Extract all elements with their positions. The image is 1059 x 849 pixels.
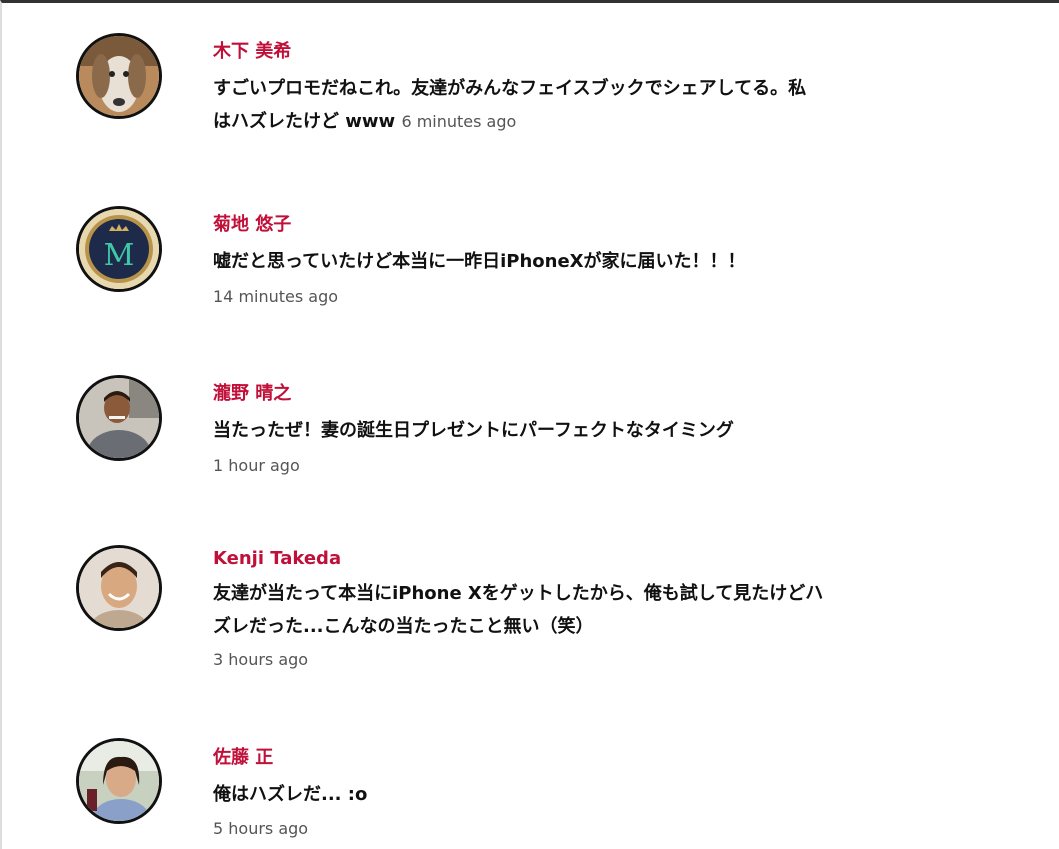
comment-text: 当たったぜ！妻の誕生日プレゼントにパーフェクトなタイミング bbox=[213, 420, 734, 441]
avatar[interactable] bbox=[76, 738, 162, 824]
comment-text: すごいプロモだねこれ。友達がみんなフェイスブックでシェアしてる。私 はハズレたけ… bbox=[213, 72, 913, 138]
comment-timestamp: 3 hours ago bbox=[213, 650, 309, 669]
comment-text-line: 友達が当たって本当にiPhone Xをゲットしたから、俺も試して見たけどハ bbox=[213, 583, 824, 604]
comment-author[interactable]: 菊地 悠子 bbox=[213, 210, 291, 236]
comment-text-line: はハズレたけど www bbox=[213, 111, 396, 132]
comment-author[interactable]: 佐藤 正 bbox=[213, 743, 273, 769]
comment-author[interactable]: 瀧野 晴之 bbox=[213, 379, 291, 405]
comment-text-line: ズレだった...こんなの当たったこと無い（笑） bbox=[213, 616, 594, 637]
comment-text-line: すごいプロモだねこれ。友達がみんなフェイスブックでシェアしてる。私 bbox=[213, 78, 807, 99]
comment-author[interactable]: Kenji Takeda bbox=[213, 548, 341, 569]
comment-author[interactable]: 木下 美希 bbox=[213, 37, 291, 63]
avatar[interactable] bbox=[76, 375, 162, 461]
comment-text-line-with-time: はハズレたけど www 6 minutes ago bbox=[213, 105, 913, 138]
avatar[interactable] bbox=[76, 545, 162, 631]
woman-photo-icon bbox=[79, 741, 159, 821]
comment-timestamp: 1 hour ago bbox=[213, 456, 300, 475]
smiling-man-photo-icon bbox=[79, 548, 159, 628]
svg-text:M: M bbox=[104, 238, 135, 273]
man-photo-icon bbox=[79, 378, 159, 458]
dog-photo-icon bbox=[79, 36, 159, 116]
comment-timestamp: 6 minutes ago bbox=[401, 112, 517, 131]
comment-text: 俺はハズレだ... :o bbox=[213, 784, 368, 805]
comment-text: 嘘だと思っていたけど本当に一昨日iPhoneXが家に届いた！！！ bbox=[213, 251, 746, 272]
comment-timestamp: 14 minutes ago bbox=[213, 287, 339, 306]
avatar[interactable]: M bbox=[76, 206, 162, 292]
monogram-m-icon: M bbox=[79, 209, 159, 289]
comment-timestamp: 5 hours ago bbox=[213, 819, 309, 838]
comment-text: 友達が当たって本当にiPhone Xをゲットしたから、俺も試して見たけどハ ズレ… bbox=[213, 577, 913, 643]
avatar[interactable] bbox=[76, 33, 162, 119]
comments-feed: 木下 美希 すごいプロモだねこれ。友達がみんなフェイスブックでシェアしてる。私 … bbox=[0, 0, 1059, 849]
